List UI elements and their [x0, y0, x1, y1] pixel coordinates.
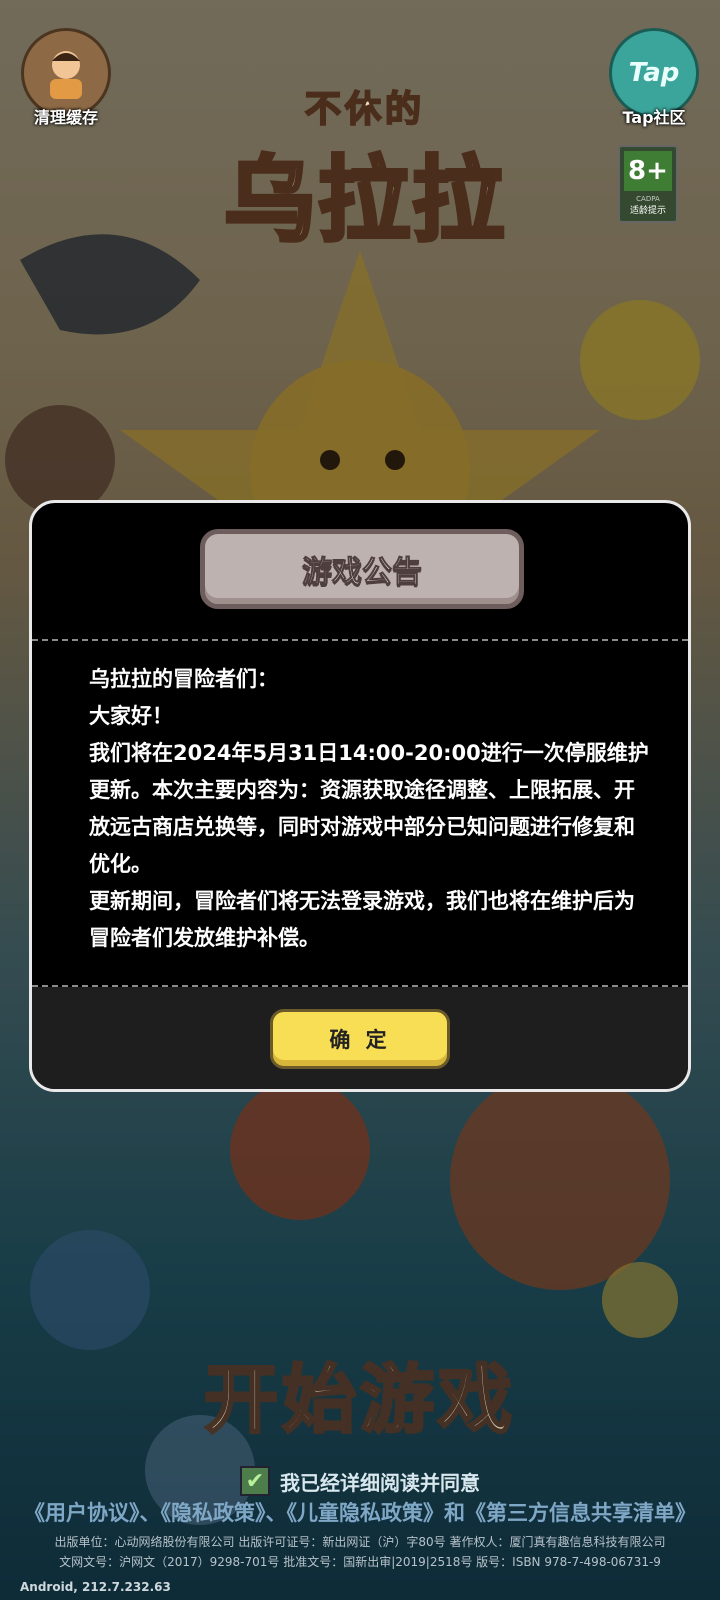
confirm-button[interactable]: 确 定 — [270, 1009, 450, 1069]
announcement-hello: 大家好！ — [89, 704, 173, 728]
agreement-links[interactable]: 《用户协议》、《隐私政策》、《儿童隐私政策》和《第三方信息共享清单》 — [0, 1497, 720, 1527]
dialog-title: 游戏公告 — [302, 555, 423, 591]
game-logo-line2: 乌拉拉 — [222, 145, 506, 256]
divider-bottom — [32, 985, 688, 987]
game-logo: 不休的 乌拉拉 — [190, 80, 540, 259]
announcement-details: 我们将在2024年5月31日14:00-20:00进行一次停服维护更新。本次主要… — [89, 741, 649, 876]
age-rating: 8+ — [624, 151, 672, 191]
agreement-text: 我已经详细阅读并同意 — [280, 1470, 480, 1495]
age-rating-badge: 8+ CADPA 适龄提示 — [618, 145, 678, 223]
publisher-line1: 出版单位：心动网络股份有限公司 出版许可证号：新出网证（沪）字80号 著作权人：… — [54, 1535, 666, 1549]
clear-cache-label: 清理缓存 — [33, 108, 98, 127]
age-rating-org: CADPA — [636, 195, 660, 203]
agreement-row[interactable]: ✔ 我已经详细阅读并同意 — [240, 1466, 480, 1496]
tap-community-button[interactable]: Tap Tap社区 — [604, 28, 704, 128]
dialog-title-banner: 游戏公告 — [200, 529, 524, 609]
announcement-greeting: 乌拉拉的冒险者们： — [89, 667, 278, 691]
age-rating-note: 适龄提示 — [629, 206, 666, 216]
start-game-button[interactable]: 开始游戏 — [0, 1340, 720, 1447]
announcement-dialog: 游戏公告 乌拉拉的冒险者们： 大家好！ 我们将在2024年5月31日14:00-… — [29, 500, 691, 1092]
version-text: Android, 212.7.232.63 — [20, 1580, 171, 1594]
confirm-label: 确 定 — [329, 1028, 391, 1052]
announcement-compensation: 更新期间，冒险者们将无法登录游戏，我们也将在维护后为冒险者们发放维护补偿。 — [89, 889, 635, 950]
announcement-body: 乌拉拉的冒险者们： 大家好！ 我们将在2024年5月31日14:00-20:00… — [89, 661, 649, 957]
publisher-line2: 文网文号：沪网文（2017）9298-701号 批准文号：国新出审|2019|2… — [59, 1555, 661, 1569]
divider-top — [32, 639, 688, 641]
game-logo-line1: 不休的 — [304, 88, 425, 131]
clear-cache-button[interactable]: 清理缓存 — [16, 28, 116, 128]
agreement-checkbox[interactable]: ✔ — [240, 1466, 270, 1496]
tap-community-label: Tap社区 — [622, 108, 686, 127]
